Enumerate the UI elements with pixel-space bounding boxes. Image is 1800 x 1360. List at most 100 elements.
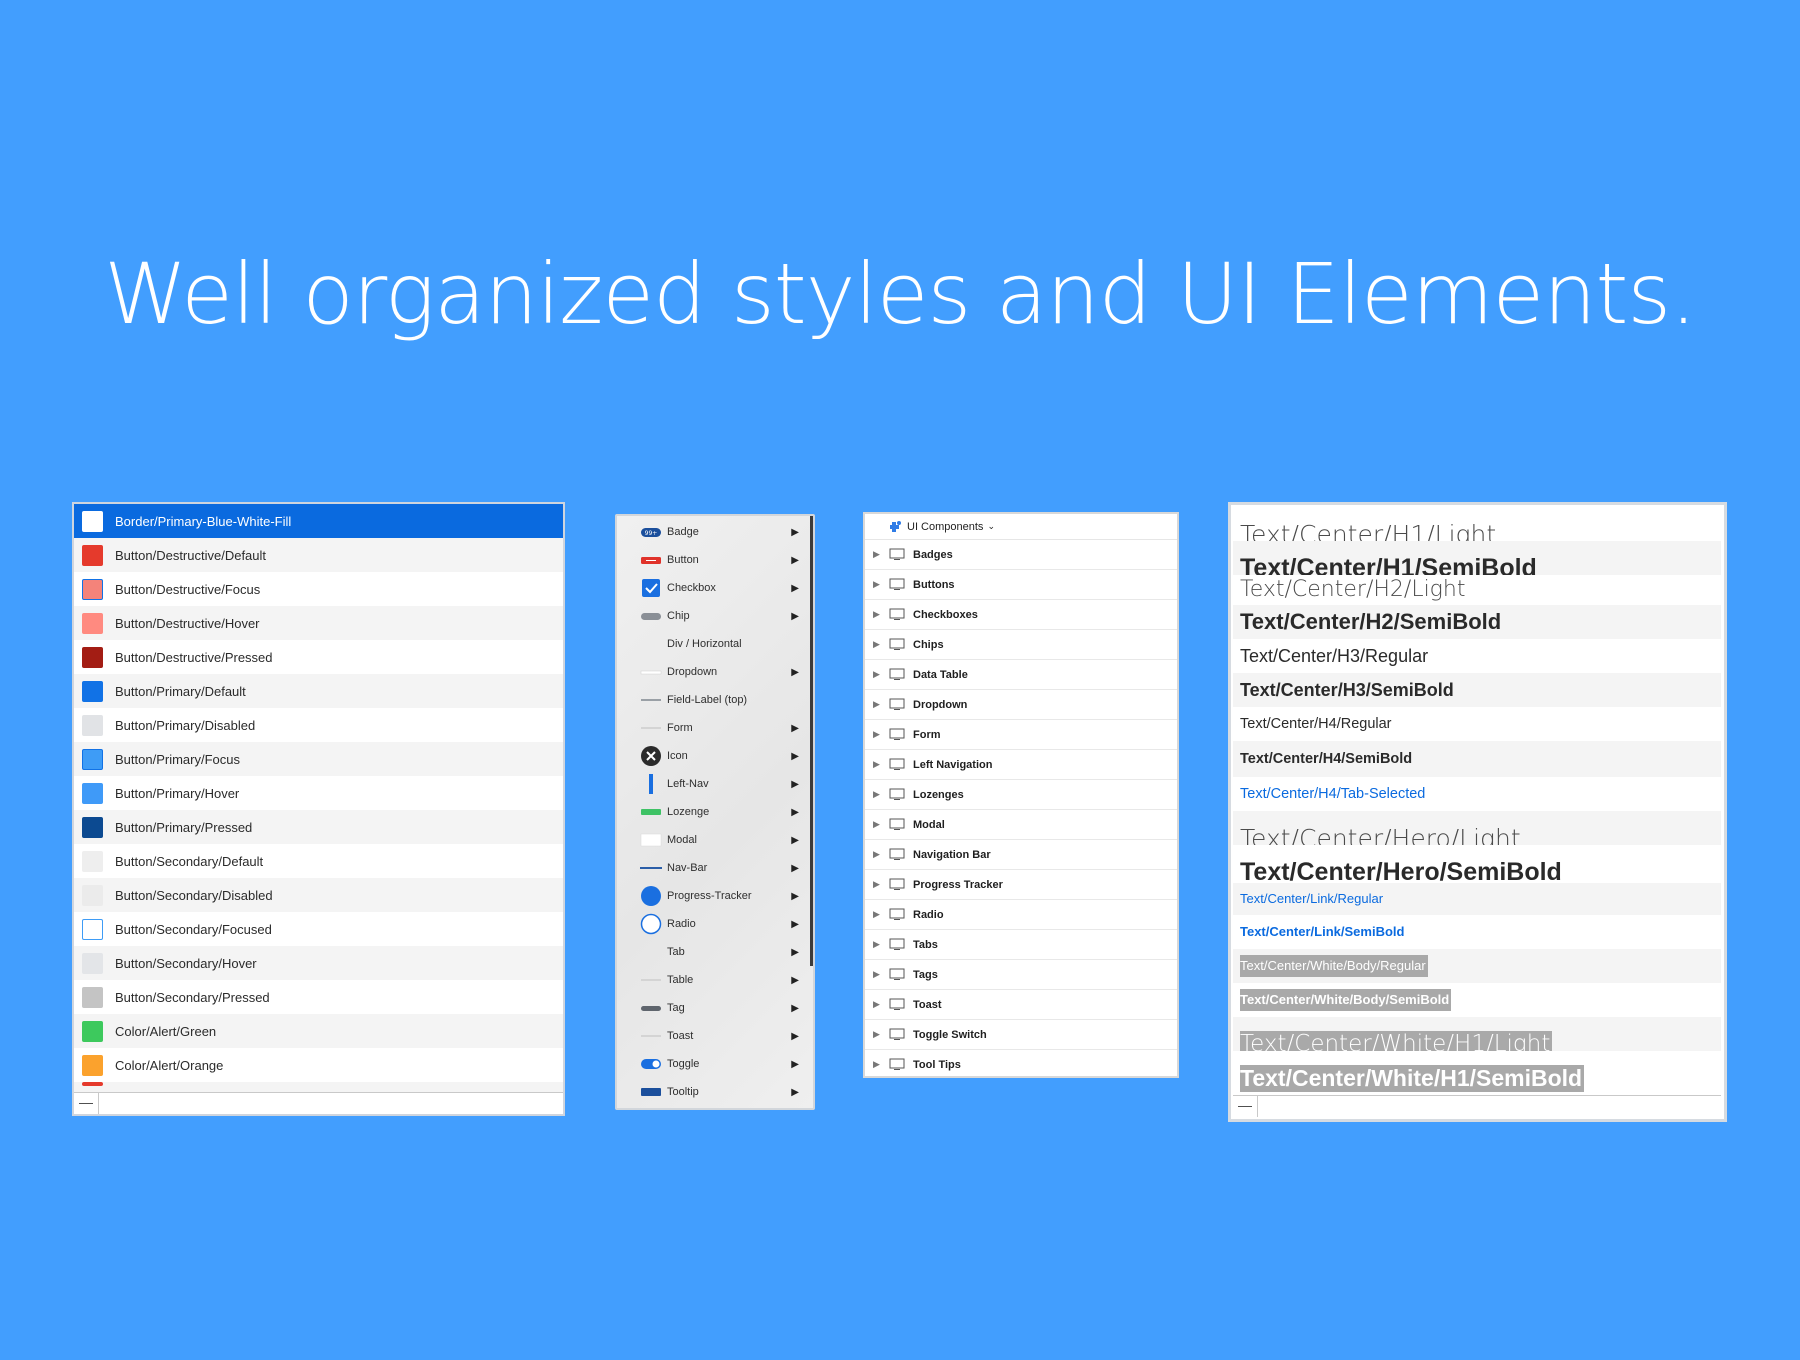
color-style-row[interactable]: Button/Primary/Focus: [74, 742, 563, 776]
color-style-row[interactable]: Border/Primary-Blue-White-Fill: [74, 504, 563, 538]
text-style-row[interactable]: Text/Center/H3/Regular: [1233, 639, 1721, 673]
component-menu-item[interactable]: Radio ▶: [617, 910, 813, 938]
components-tree-node[interactable]: ▶ Buttons: [865, 570, 1177, 600]
component-menu-item[interactable]: Chip ▶: [617, 602, 813, 630]
components-tree-node[interactable]: ▶ Badges: [865, 540, 1177, 570]
component-menu-item[interactable]: Toast ▶: [617, 1022, 813, 1050]
text-style-row[interactable]: Text/Center/H2/SemiBold: [1233, 605, 1721, 639]
artboard-icon: [889, 878, 905, 891]
component-menu-item[interactable]: Tooltip ▶: [617, 1078, 813, 1106]
color-style-row[interactable]: Color/Alert/Green: [74, 1014, 563, 1048]
expand-arrow-icon[interactable]: ▶: [873, 999, 883, 1010]
color-style-row[interactable]: Color/Alert/Orange: [74, 1048, 563, 1082]
components-tree-node[interactable]: ▶ Data Table: [865, 660, 1177, 690]
remove-style-button[interactable]: —: [74, 1093, 99, 1114]
text-style-row[interactable]: Text/Center/Hero/Light: [1233, 811, 1721, 845]
text-style-row[interactable]: Text/Center/H3/SemiBold: [1233, 673, 1721, 707]
remove-text-style-button[interactable]: —: [1233, 1096, 1258, 1117]
color-style-row[interactable]: Button/Secondary/Focused: [74, 912, 563, 946]
component-menu-item[interactable]: Table ▶: [617, 966, 813, 994]
color-style-row[interactable]: Button/Secondary/Pressed: [74, 980, 563, 1014]
menu-scrollbar[interactable]: [810, 516, 813, 966]
color-style-row[interactable]: Button/Destructive/Pressed: [74, 640, 563, 674]
components-tree-node[interactable]: ▶ Chips: [865, 630, 1177, 660]
expand-arrow-icon[interactable]: ▶: [873, 579, 883, 590]
color-style-row[interactable]: Button/Primary/Disabled: [74, 708, 563, 742]
color-style-row[interactable]: Button/Destructive/Hover: [74, 606, 563, 640]
component-menu-item[interactable]: 99+ Badge ▶: [617, 518, 813, 546]
component-menu-item[interactable]: Tab ▶: [617, 938, 813, 966]
component-menu-item[interactable]: Progress-Tracker ▶: [617, 882, 813, 910]
component-menu-item[interactable]: Div / Horizontal: [617, 630, 813, 658]
color-style-row[interactable]: Button/Secondary/Hover: [74, 946, 563, 980]
color-style-row[interactable]: Button/Secondary/Default: [74, 844, 563, 878]
text-style-row[interactable]: Text/Center/Hero/SemiBold: [1233, 845, 1721, 883]
components-tree-node[interactable]: ▶ Checkboxes: [865, 600, 1177, 630]
color-swatch: [82, 578, 103, 600]
table-icon: [640, 969, 662, 991]
expand-arrow-icon[interactable]: ▶: [873, 639, 883, 650]
expand-arrow-icon[interactable]: ▶: [873, 789, 883, 800]
components-tree-node[interactable]: ▶ Progress Tracker: [865, 870, 1177, 900]
color-style-row[interactable]: Button/Primary/Default: [74, 674, 563, 708]
components-tree-node[interactable]: ▶ Modal: [865, 810, 1177, 840]
expand-arrow-icon[interactable]: ▶: [873, 549, 883, 560]
color-style-row[interactable]: Button/Destructive/Default: [74, 538, 563, 572]
component-menu-item[interactable]: Form ▶: [617, 714, 813, 742]
expand-arrow-icon[interactable]: ▶: [873, 1029, 883, 1040]
text-style-row[interactable]: Text/Center/White/Body/SemiBold: [1233, 983, 1721, 1017]
components-tree-node[interactable]: ▶ Left Navigation: [865, 750, 1177, 780]
text-style-row[interactable]: Text/Center/White/H1/SemiBold: [1233, 1051, 1721, 1095]
expand-arrow-icon[interactable]: ▶: [873, 759, 883, 770]
expand-arrow-icon[interactable]: ▶: [873, 939, 883, 950]
components-tree-node[interactable]: ▶ Tabs: [865, 930, 1177, 960]
color-style-row[interactable]: Button/Primary/Hover: [74, 776, 563, 810]
component-menu-item[interactable]: Lozenge ▶: [617, 798, 813, 826]
expand-arrow-icon[interactable]: ▶: [873, 819, 883, 830]
components-tree-label: Form: [913, 728, 941, 741]
text-style-row[interactable]: Text/Center/White/Body/Regular: [1233, 949, 1721, 983]
text-style-row[interactable]: Text/Center/White/H1/Light: [1233, 1017, 1721, 1051]
text-style-row[interactable]: Text/Center/H1/SemiBold: [1233, 541, 1721, 575]
component-menu-item[interactable]: Tag ▶: [617, 994, 813, 1022]
components-tree-node[interactable]: ▶ Tags: [865, 960, 1177, 990]
components-tree-node[interactable]: ▶ Dropdown: [865, 690, 1177, 720]
expand-arrow-icon[interactable]: ▶: [873, 609, 883, 620]
expand-arrow-icon[interactable]: ▶: [873, 669, 883, 680]
component-menu-item[interactable]: Nav-Bar ▶: [617, 854, 813, 882]
component-menu-item[interactable]: Dropdown ▶: [617, 658, 813, 686]
expand-arrow-icon[interactable]: ▶: [873, 699, 883, 710]
components-tree-node[interactable]: ▶ Lozenges: [865, 780, 1177, 810]
components-tree-node[interactable]: ▶ Form: [865, 720, 1177, 750]
submenu-arrow-icon: ▶: [791, 834, 799, 846]
components-tree-header[interactable]: UI Components ⌄: [865, 514, 1177, 540]
expand-arrow-icon[interactable]: ▶: [873, 909, 883, 920]
color-style-row[interactable]: Button/Primary/Pressed: [74, 810, 563, 844]
expand-arrow-icon[interactable]: ▶: [873, 969, 883, 980]
component-menu-item[interactable]: Checkbox ▶: [617, 574, 813, 602]
text-style-row[interactable]: Text/Center/H4/SemiBold: [1233, 741, 1721, 777]
expand-arrow-icon[interactable]: ▶: [873, 849, 883, 860]
text-style-row[interactable]: Text/Center/Link/SemiBold: [1233, 915, 1721, 949]
expand-arrow-icon[interactable]: ▶: [873, 729, 883, 740]
components-tree-node[interactable]: ▶ Tool Tips: [865, 1050, 1177, 1076]
components-tree-node[interactable]: ▶ Radio: [865, 900, 1177, 930]
color-style-row[interactable]: Button/Secondary/Disabled: [74, 878, 563, 912]
color-style-row[interactable]: Button/Destructive/Focus: [74, 572, 563, 606]
component-menu-item[interactable]: Modal ▶: [617, 826, 813, 854]
text-style-row[interactable]: Text/Center/H1/Light: [1233, 507, 1721, 541]
components-tree-node[interactable]: ▶ Toggle Switch: [865, 1020, 1177, 1050]
component-menu-item[interactable]: Field-Label (top): [617, 686, 813, 714]
text-style-row[interactable]: Text/Center/H4/Regular: [1233, 707, 1721, 741]
components-tree-node[interactable]: ▶ Navigation Bar: [865, 840, 1177, 870]
components-tree-node[interactable]: ▶ Toast: [865, 990, 1177, 1020]
component-menu-item[interactable]: Left-Nav ▶: [617, 770, 813, 798]
expand-arrow-icon[interactable]: ▶: [873, 879, 883, 890]
text-style-row[interactable]: Text/Center/H4/Tab-Selected: [1233, 777, 1721, 811]
component-menu-item[interactable]: Icon ▶: [617, 742, 813, 770]
component-menu-item[interactable]: Button ▶: [617, 546, 813, 574]
text-style-row[interactable]: Text/Center/Link/Regular: [1233, 883, 1721, 915]
text-style-row[interactable]: Text/Center/H2/Light: [1233, 575, 1721, 605]
component-menu-item[interactable]: Toggle ▶: [617, 1050, 813, 1078]
expand-arrow-icon[interactable]: ▶: [873, 1059, 883, 1070]
